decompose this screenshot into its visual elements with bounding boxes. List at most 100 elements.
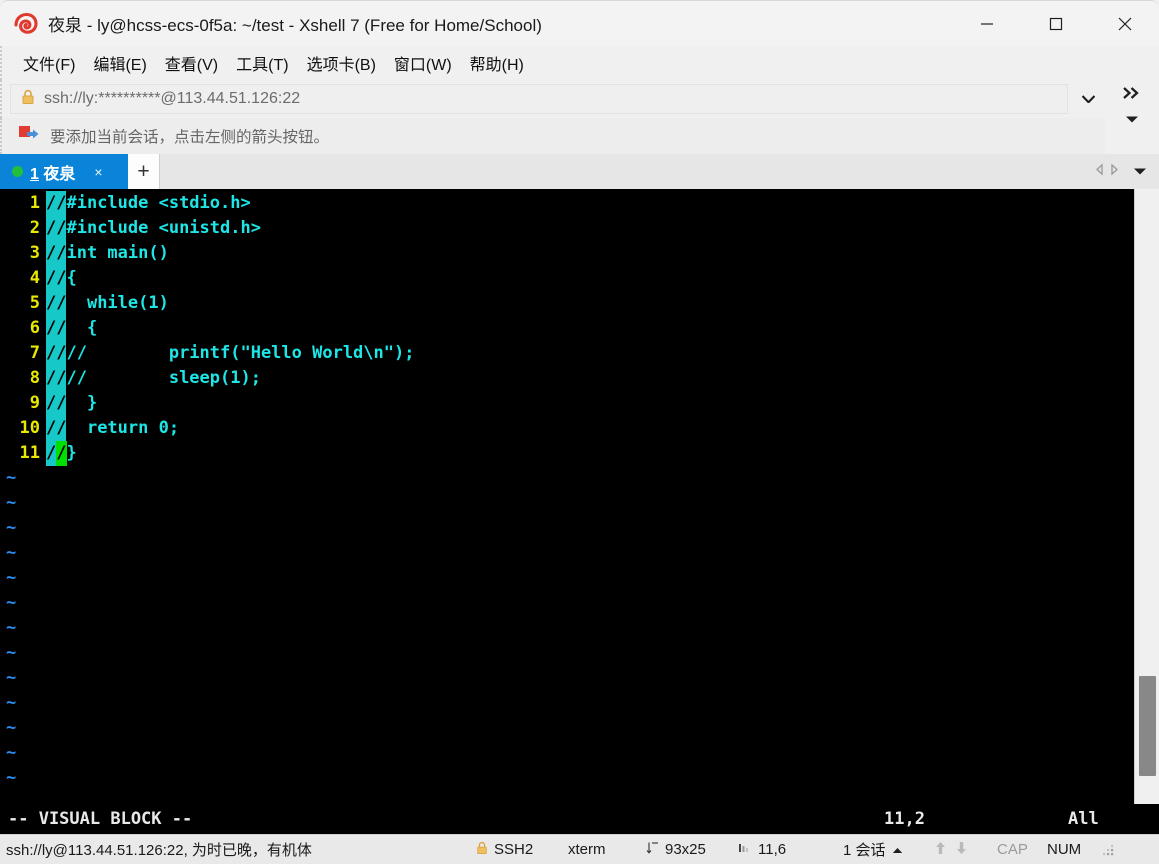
tilde-marker: ~ <box>6 493 17 513</box>
resize-grip-icon[interactable] <box>1101 843 1115 857</box>
double-chevron-right-icon[interactable] <box>1122 86 1142 105</box>
tab-bar: 1 夜泉 × + <box>0 154 1159 189</box>
visual-block-selection: // <box>46 416 67 441</box>
maximize-button[interactable] <box>1021 1 1090 47</box>
notice-bar: 要添加当前会话，点击左侧的箭头按钮。 <box>0 118 1105 154</box>
caret-up-icon[interactable] <box>892 841 903 858</box>
terminal-line: 8 //// sleep(1); <box>0 366 1134 391</box>
line-number: 8 <box>29 368 40 388</box>
tilde-marker: ~ <box>6 518 17 538</box>
line-number: 6 <box>29 318 40 338</box>
status-transfer-indicators <box>935 841 997 859</box>
status-connection: ssh://ly@113.44.51.126:22, 为时已晚，有机体 <box>6 842 312 859</box>
visual-block-selection: // <box>46 266 67 291</box>
terminal-line: 7 //// printf("Hello World\n"); <box>0 341 1134 366</box>
minimize-button[interactable] <box>952 1 1021 47</box>
line-number: 7 <box>29 343 40 363</box>
terminal-line: 1 //#include <stdio.h> <box>0 191 1134 216</box>
vim-cursor-position: 11,2 <box>884 809 925 829</box>
terminal-line: 10 // return 0; <box>0 416 1134 441</box>
code-text: int main() <box>66 243 169 263</box>
tilde-marker: ~ <box>6 643 17 663</box>
line-number: 9 <box>29 393 40 413</box>
lock-icon <box>21 89 35 110</box>
new-tab-button[interactable]: + <box>128 154 160 189</box>
visual-block-selection: // <box>46 291 67 316</box>
title-bar: 夜泉 - ly@hcss-ecs-0f5a: ~/test - Xshell 7… <box>0 0 1159 46</box>
menu-item-window[interactable]: 窗口(W) <box>385 48 461 78</box>
terminal-screen[interactable]: 1//#include <stdio.h> 2//#include <unistd… <box>0 189 1134 834</box>
lock-icon <box>476 841 488 859</box>
code-text: } <box>66 393 98 413</box>
code-text: return 0; <box>66 418 180 438</box>
code-text: // sleep(1); <box>66 368 261 388</box>
notice-text: 要添加当前会话，点击左侧的箭头按钮。 <box>50 129 330 146</box>
tilde-marker: ~ <box>6 743 17 763</box>
line-number: 10 <box>19 418 40 438</box>
terminal-empty-line: ~ <box>0 566 1134 591</box>
visual-block-selection: // <box>46 391 67 416</box>
close-button[interactable] <box>1090 1 1159 47</box>
code-text: { <box>66 318 98 338</box>
address-and-notice-region: ssh://ly:**********@113.44.51.126:22 要添加… <box>0 80 1159 154</box>
address-value: ssh://ly:**********@113.44.51.126:22 <box>44 90 301 107</box>
terminal-line: 2 //#include <unistd.h> <box>0 216 1134 241</box>
status-sessions[interactable]: 1 会话 <box>843 839 935 860</box>
code-text: #include <unistd.h> <box>66 218 261 238</box>
tilde-marker: ~ <box>6 768 17 788</box>
terminal-scrollbar[interactable] <box>1134 189 1159 834</box>
tab-close-icon[interactable]: × <box>90 164 106 180</box>
menu-item-tools[interactable]: 工具(T) <box>227 48 297 78</box>
line-number: 2 <box>29 218 40 238</box>
terminal-empty-line: ~ <box>0 691 1134 716</box>
menu-item-tabs[interactable]: 选项卡(B) <box>298 48 385 78</box>
toolbar-caret-down-icon[interactable] <box>1125 111 1139 129</box>
tab-nav-prev-icon[interactable] <box>1093 163 1106 181</box>
arrow-up-icon <box>935 841 946 859</box>
menu-item-view[interactable]: 查看(V) <box>156 48 227 78</box>
line-number: 3 <box>29 243 40 263</box>
tilde-marker: ~ <box>6 668 17 688</box>
tilde-marker: ~ <box>6 618 17 638</box>
code-text: } <box>66 443 77 463</box>
status-caps-lock: CAP <box>997 841 1028 858</box>
vim-status-line: -- VISUAL BLOCK -- 11,2 All <box>0 804 1159 834</box>
window-title: 夜泉 - ly@hcss-ecs-0f5a: ~/test - Xshell 7… <box>48 16 542 35</box>
address-input-field[interactable]: ssh://ly:**********@113.44.51.126:22 <box>10 84 1068 114</box>
status-num-lock: NUM <box>1047 841 1082 858</box>
visual-block-selection: // <box>46 241 67 266</box>
resize-icon <box>646 841 659 858</box>
vim-mode-indicator: -- VISUAL BLOCK -- <box>8 809 193 829</box>
tilde-marker: ~ <box>6 543 17 563</box>
vim-scroll-percent: All <box>1068 809 1099 829</box>
tab-nav-next-icon[interactable] <box>1108 163 1121 181</box>
code-text: { <box>66 268 77 288</box>
menu-item-edit[interactable]: 编辑(E) <box>84 48 155 78</box>
tab-nav-menu-icon[interactable] <box>1123 163 1155 181</box>
terminal-empty-line: ~ <box>0 541 1134 566</box>
visual-block-selection: // <box>46 191 67 216</box>
visual-block-selection: // <box>46 366 67 391</box>
terminal-line: 4 //{ <box>0 266 1134 291</box>
status-security: SSH2 <box>476 841 568 859</box>
line-number: 4 <box>29 268 40 288</box>
tilde-marker: ~ <box>6 568 17 588</box>
status-size: 93x25 <box>646 841 738 858</box>
tilde-marker: ~ <box>6 693 17 713</box>
terminal-line: 5 // while(1) <box>0 291 1134 316</box>
code-text: // printf("Hello World\n"); <box>66 343 415 363</box>
terminal-empty-line: ~ <box>0 491 1134 516</box>
xshell-window: 夜泉 - ly@hcss-ecs-0f5a: ~/test - Xshell 7… <box>0 0 1159 864</box>
menu-item-file[interactable]: 文件(F) <box>14 48 84 78</box>
terminal-scrollbar-thumb[interactable] <box>1139 676 1156 776</box>
visual-block-selection: / <box>46 441 57 466</box>
menu-bar: 文件(F) 编辑(E) 查看(V) 工具(T) 选项卡(B) 窗口(W) 帮助(… <box>0 46 1159 80</box>
chevron-down-icon[interactable] <box>1072 90 1105 108</box>
terminal-line: 6 // { <box>0 316 1134 341</box>
menu-item-help[interactable]: 帮助(H) <box>461 48 533 78</box>
status-cursor: 11,6 <box>738 841 843 858</box>
terminal-empty-line: ~ <box>0 466 1134 491</box>
terminal-line: 3 //int main() <box>0 241 1134 266</box>
tab-index: 1 <box>30 165 39 183</box>
tab-session-1[interactable]: 1 夜泉 × <box>0 154 128 189</box>
